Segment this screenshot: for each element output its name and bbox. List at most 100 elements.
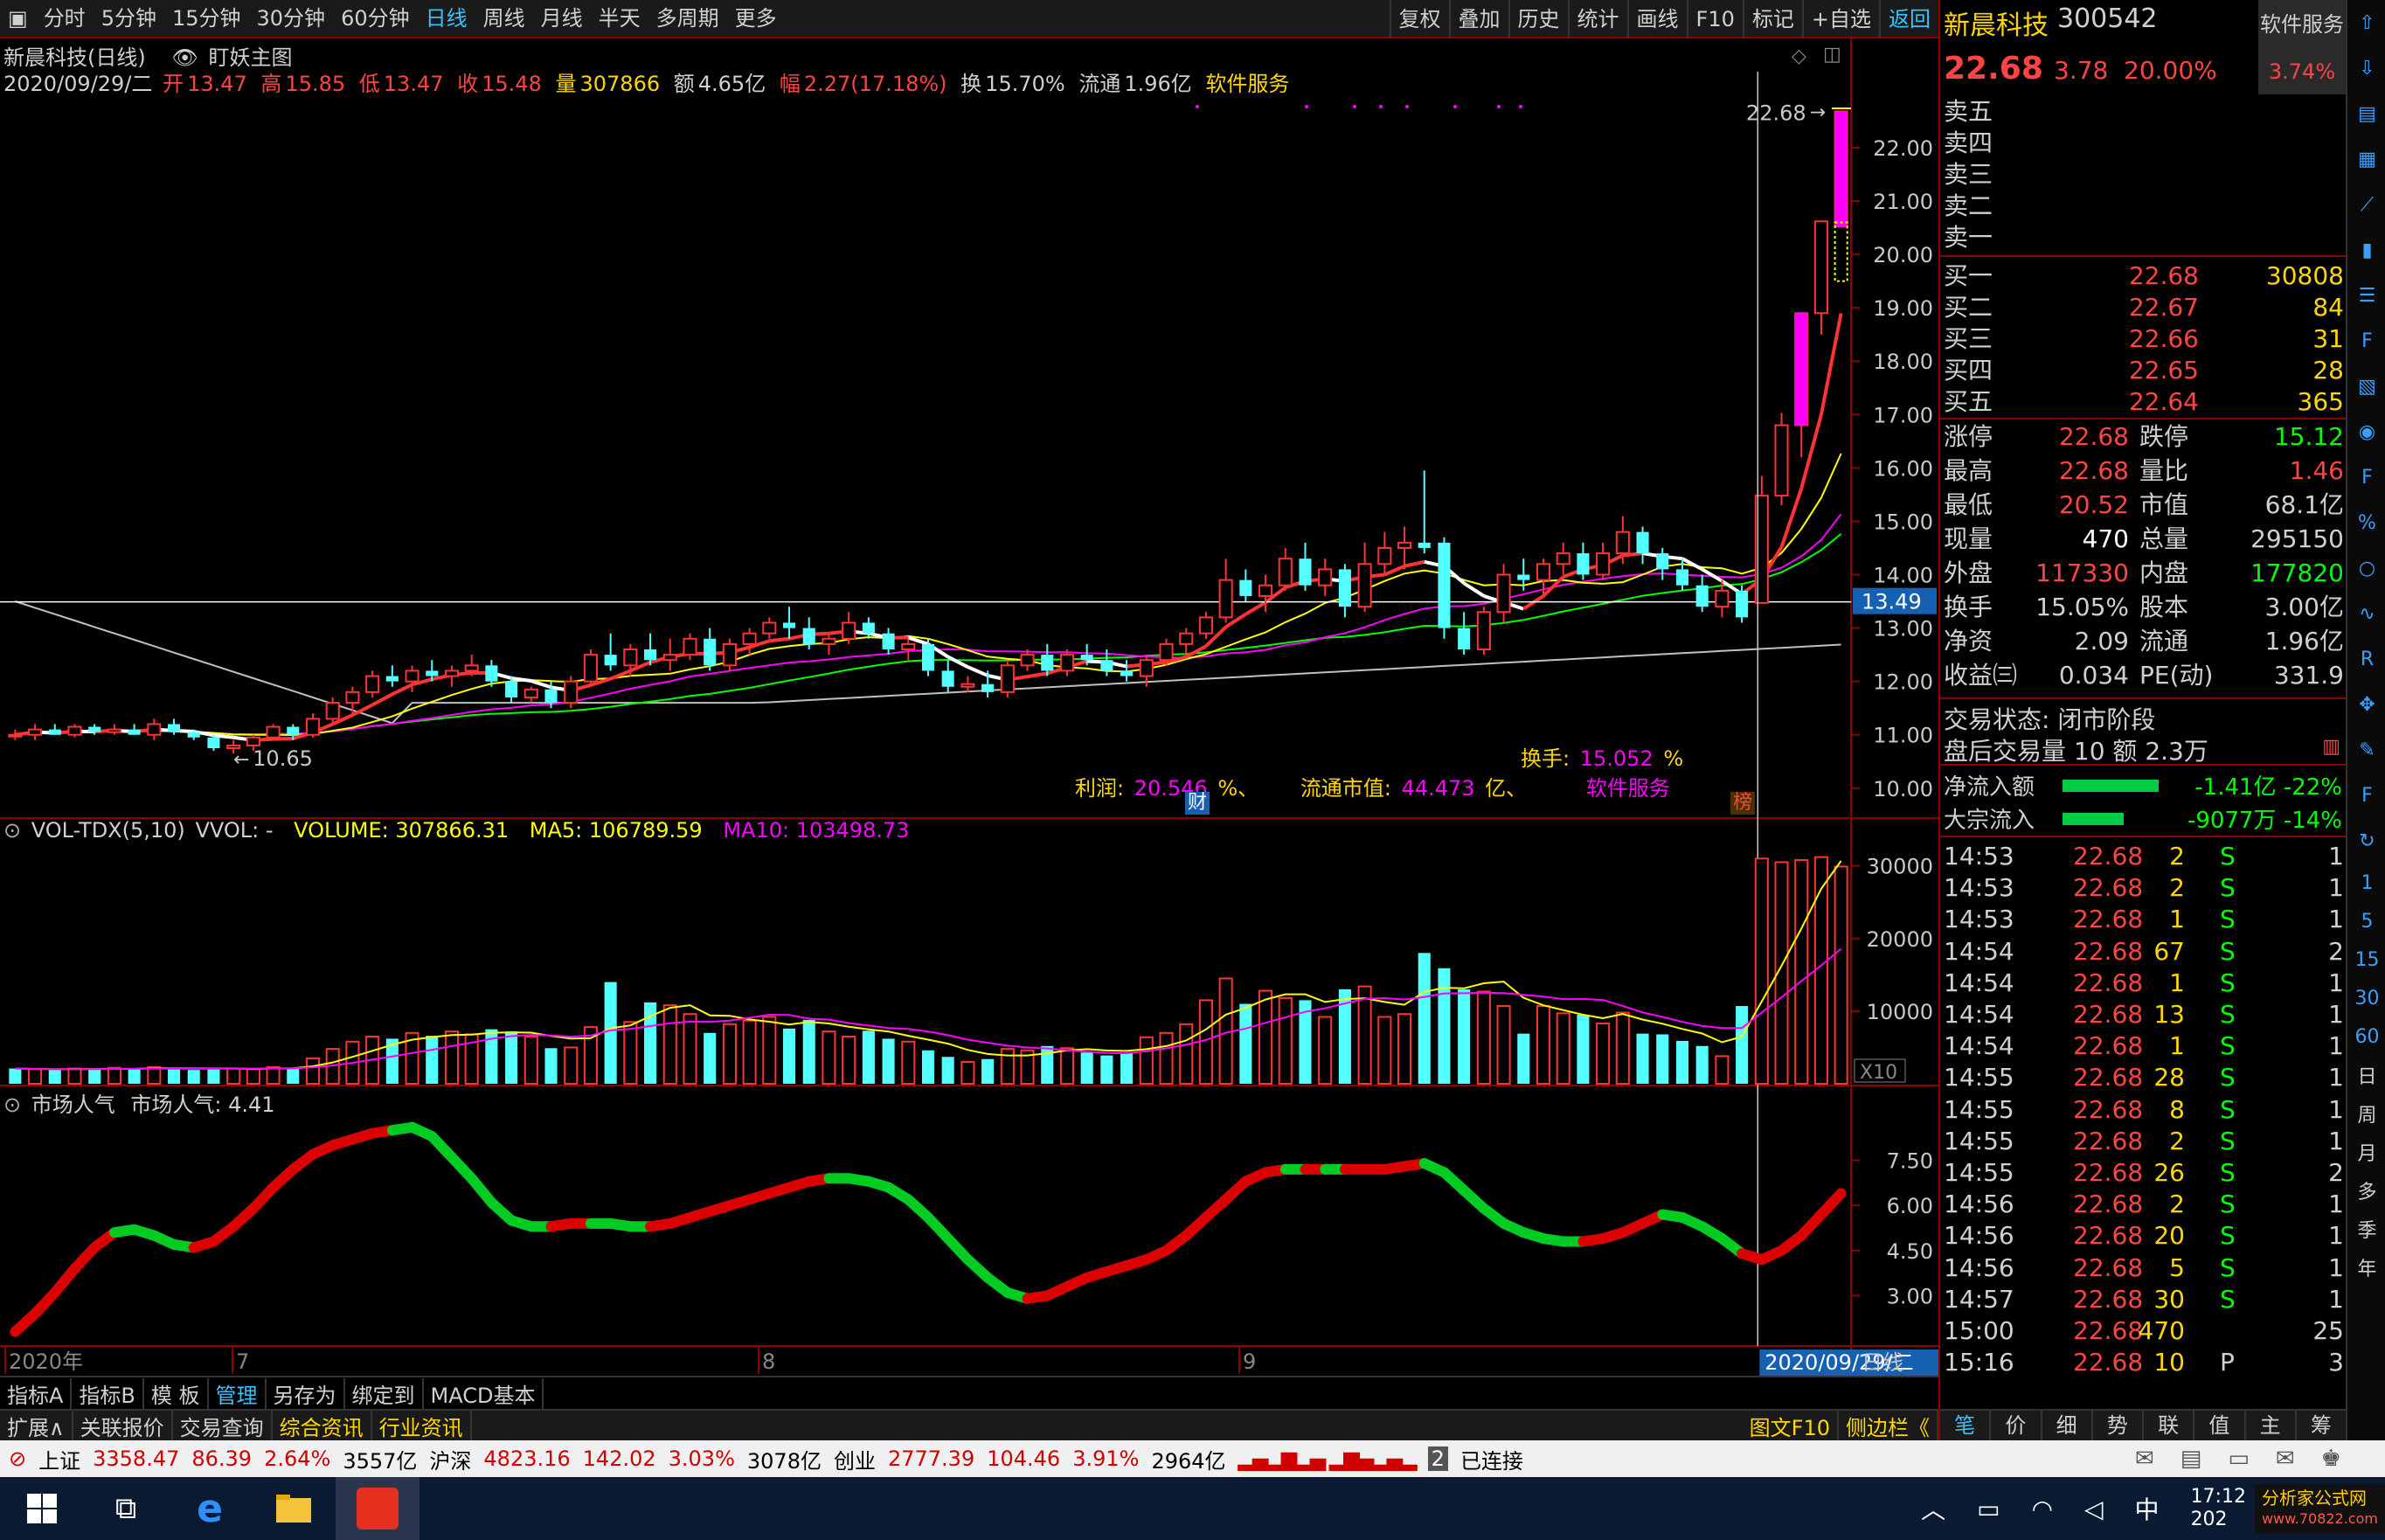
period-shortcut-4[interactable]: 60 — [2347, 1017, 2385, 1056]
wifi-icon[interactable]: ◠ — [2032, 1495, 2053, 1523]
indicator-tab-3[interactable]: 管理 — [209, 1377, 267, 1409]
candle-icon[interactable]: ▮ — [2347, 227, 2385, 273]
sentiment-name[interactable]: 市场人气 — [31, 1093, 115, 1117]
quote-tab-2[interactable]: 细 — [2042, 1411, 2093, 1440]
edge-browser-icon[interactable]: e — [168, 1477, 252, 1540]
buy-row[interactable]: 买二 22.67 84 — [1940, 292, 2347, 323]
candle[interactable] — [1736, 585, 1749, 623]
extension-tab-4[interactable]: 行业资讯 — [372, 1410, 472, 1441]
rsi-icon[interactable]: R — [2347, 636, 2385, 682]
candle[interactable] — [1338, 564, 1351, 618]
candle[interactable] — [1418, 470, 1431, 554]
quote-tab-6[interactable]: 主 — [2246, 1411, 2297, 1440]
collapse-icon[interactable]: ⊙ — [3, 1093, 21, 1117]
tool-button-0[interactable]: 复权 — [1389, 0, 1449, 38]
candle[interactable] — [1695, 574, 1709, 613]
task-view-icon[interactable]: ⧉ — [84, 1477, 168, 1540]
extension-tab-2[interactable]: 交易查询 — [173, 1410, 273, 1441]
period-shortcut-3[interactable]: 30 — [2347, 979, 2385, 1017]
period-shortcut-2[interactable]: 15 — [2347, 940, 2385, 979]
candle[interactable] — [1000, 660, 1015, 697]
list-icon[interactable]: ☰ — [2347, 273, 2385, 318]
window-icon[interactable]: ◫ — [1823, 44, 1841, 66]
candle[interactable] — [325, 697, 340, 725]
period-shortcut-7[interactable]: 月 — [2347, 1133, 2385, 1171]
candle[interactable] — [1357, 542, 1372, 613]
period-tab-6[interactable]: 周线 — [475, 0, 533, 38]
windows-start-icon[interactable] — [0, 1477, 84, 1540]
candle[interactable] — [266, 724, 281, 740]
period-tab-0[interactable]: 分时 — [36, 0, 94, 38]
candle[interactable] — [1675, 558, 1689, 591]
candle[interactable] — [48, 724, 61, 735]
refresh-icon[interactable]: ↻ — [2347, 818, 2385, 864]
indicator-tab-6[interactable]: MACD基本 — [424, 1377, 544, 1409]
pencil-icon[interactable]: ✎ — [2347, 727, 2385, 773]
indicator-tab-2[interactable]: 模 板 — [144, 1377, 209, 1409]
indicator-tab-0[interactable]: 指标A — [0, 1377, 73, 1409]
quote-tab-1[interactable]: 价 — [1991, 1411, 2042, 1440]
rank-marker[interactable]: 榜 — [1730, 792, 1756, 815]
sector-button[interactable]: 软件服务 — [2258, 0, 2346, 49]
kline-chart[interactable]: 22.00 21.00 20.00 19.00 18.00 17.00 16.00 15.00… — [0, 38, 1938, 1376]
arrow-down-icon[interactable]: ⇩ — [2347, 45, 2385, 91]
candle[interactable] — [1278, 547, 1293, 591]
period-shortcut-8[interactable]: 多 — [2347, 1171, 2385, 1210]
period-tab-8[interactable]: 半天 — [591, 0, 648, 38]
period-tab-9[interactable]: 多周期 — [648, 0, 727, 38]
candle[interactable] — [67, 724, 82, 738]
hs-label[interactable]: 沪深 — [429, 1444, 471, 1474]
extension-tab-1[interactable]: 关联报价 — [73, 1410, 173, 1441]
doc-icon[interactable]: ▧ — [2347, 364, 2385, 409]
candle[interactable] — [901, 638, 916, 661]
tool-button-3[interactable]: 统计 — [1567, 0, 1627, 38]
f10-icon[interactable]: F — [2347, 318, 2385, 364]
candle[interactable] — [1179, 628, 1194, 656]
candle[interactable] — [583, 649, 598, 687]
candle[interactable] — [722, 638, 737, 671]
circle-icon[interactable]: ○ — [2347, 545, 2385, 591]
candle[interactable] — [1059, 649, 1075, 676]
candle[interactable] — [1120, 660, 1134, 682]
quote-tab-0[interactable]: 笔 — [1940, 1411, 1992, 1440]
menu-icon[interactable]: ▣ — [0, 0, 36, 38]
indicator-tab-4[interactable]: 另存为 — [267, 1377, 345, 1409]
candle[interactable] — [8, 729, 23, 740]
quote-tab-5[interactable]: 值 — [2194, 1411, 2246, 1440]
candle[interactable] — [1496, 564, 1511, 623]
candle[interactable] — [444, 665, 460, 687]
alert-icon[interactable]: ⊘ — [9, 1446, 26, 1471]
user-icon[interactable]: ◉ — [2347, 409, 2385, 454]
tray-icons[interactable]: ✉▤▭✉♚ — [2135, 1446, 2368, 1472]
candle[interactable] — [960, 676, 975, 692]
cy-label[interactable]: 创业 — [834, 1444, 876, 1474]
sell-row[interactable]: 卖四 — [1940, 128, 2347, 159]
candle[interactable] — [1299, 542, 1312, 591]
candle[interactable] — [1577, 542, 1590, 580]
candle[interactable] — [564, 676, 579, 709]
candle[interactable] — [1318, 558, 1333, 596]
period-tab-2[interactable]: 15分钟 — [164, 0, 249, 38]
period-shortcut-10[interactable]: 年 — [2347, 1248, 2385, 1287]
quote-tab-3[interactable]: 势 — [2093, 1411, 2144, 1440]
sh-label[interactable]: 上证 — [38, 1444, 80, 1474]
period-tab-3[interactable]: 30分钟 — [249, 0, 334, 38]
chart-area[interactable]: 22.00 21.00 20.00 19.00 18.00 17.00 16.00 15.00… — [0, 38, 1938, 1376]
candle[interactable] — [1476, 607, 1491, 656]
period-shortcut-6[interactable]: 周 — [2347, 1094, 2385, 1133]
collapse-icon[interactable]: ⊙ — [3, 818, 21, 843]
candle[interactable] — [604, 633, 617, 671]
sell-row[interactable]: 卖三 — [1940, 159, 2347, 191]
candle[interactable] — [523, 686, 538, 704]
candle[interactable] — [782, 607, 796, 639]
ime-icon[interactable]: 中 — [2135, 1491, 2160, 1526]
buy-row[interactable]: 买四 22.65 28 — [1940, 355, 2347, 386]
candle[interactable] — [822, 633, 836, 656]
candle[interactable] — [365, 670, 380, 697]
period-tab-10[interactable]: 更多 — [727, 0, 785, 38]
period-tab-7[interactable]: 月线 — [533, 0, 591, 38]
tool-button-7[interactable]: +自选 — [1801, 0, 1879, 38]
candle[interactable] — [1656, 547, 1669, 580]
tool-button-1[interactable]: 叠加 — [1448, 0, 1508, 38]
tool-button-8[interactable]: 返回 — [1879, 0, 1938, 38]
